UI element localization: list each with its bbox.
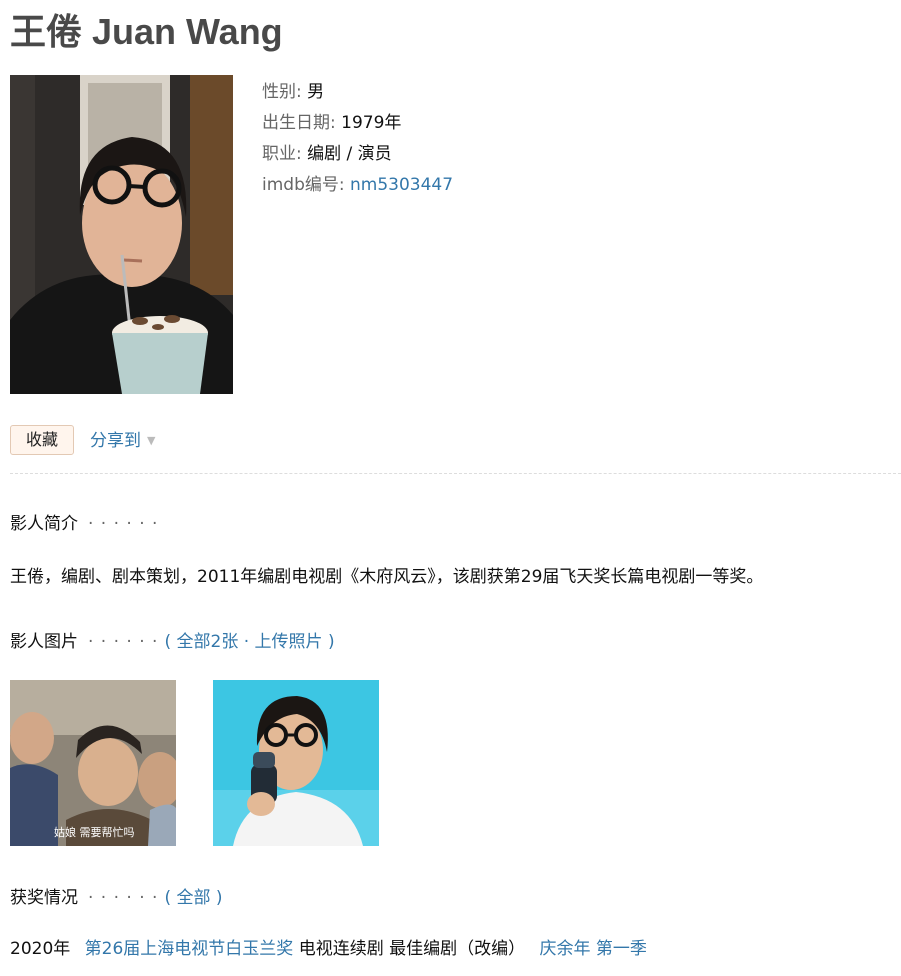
info-gender: 性别: 男 — [262, 82, 325, 102]
info-birth: 出生日期: 1979年 — [262, 113, 402, 133]
photo-image-1: 姑娘 需要帮忙吗 — [10, 680, 176, 846]
person-info: 性别: 男 出生日期: 1979年 职业: 编剧 / 演员 imdb编号: nm… — [262, 77, 453, 201]
info-job: 职业: 编剧 / 演员 — [262, 144, 392, 164]
photo1-caption: 姑娘 需要帮忙吗 — [54, 825, 135, 839]
award-work-link[interactable]: 庆余年 第一季 — [540, 939, 647, 959]
awards-paren-close: ) — [215, 888, 223, 908]
gender-label: 性别 — [262, 82, 296, 102]
divider — [10, 473, 901, 474]
portrait-image — [10, 75, 233, 394]
award-category: 电视连续剧 最佳编剧（改编） — [298, 939, 526, 959]
birth-label: 出生日期 — [262, 113, 330, 133]
award-row: 2020年 第26届上海电视节白玉兰奖 电视连续剧 最佳编剧（改编） 庆余年 第… — [10, 936, 647, 962]
share-menu[interactable]: 分享到 ▼ — [90, 428, 155, 454]
photo-image-2 — [213, 680, 379, 846]
job-value: 编剧 / 演员 — [307, 144, 392, 164]
page-title: 王倦 Juan Wang — [10, 11, 283, 52]
awards-heading: 获奖情况 · · · · · ·( 全部 ) — [10, 886, 223, 910]
photos-dots: · · · · · · — [88, 632, 159, 652]
awards-title: 获奖情况 — [10, 888, 78, 908]
info-imdb: imdb编号: nm5303447 — [262, 175, 454, 195]
all-awards-link[interactable]: 全部 — [177, 888, 211, 908]
awards-paren-open: ( — [164, 888, 172, 908]
photos-heading: 影人图片 · · · · · ·( 全部2张 · 上传照片 ) — [10, 630, 335, 654]
gender-value: 男 — [307, 82, 325, 102]
award-year: 2020年 — [10, 939, 71, 959]
portrait-photo[interactable] — [10, 75, 233, 394]
photo-thumb-2[interactable] — [213, 680, 379, 846]
share-link[interactable]: 分享到 — [90, 431, 141, 451]
intro-heading: 影人简介 · · · · · · — [10, 512, 158, 536]
photo-thumb-1[interactable]: 姑娘 需要帮忙吗 — [10, 680, 176, 846]
photos-paren-close: ) — [327, 632, 335, 652]
intro-title: 影人简介 — [10, 514, 78, 534]
birth-value: 1979年 — [341, 113, 402, 133]
intro-text: 王倦，编剧、剧本策划，2011年编剧电视剧《木府风云》，该剧获第29届飞天奖长篇… — [10, 567, 764, 587]
intro-dots: · · · · · · — [88, 514, 159, 534]
imdb-label: imdb编号 — [262, 175, 339, 195]
caret-down-icon[interactable]: ▼ — [147, 428, 155, 454]
awards-dots: · · · · · · — [88, 888, 159, 908]
photos-title: 影人图片 — [10, 632, 78, 652]
upload-photo-link[interactable]: 上传照片 — [255, 632, 323, 652]
photos-sep: · — [243, 632, 250, 652]
all-photos-link[interactable]: 全部2张 — [177, 632, 239, 652]
imdb-link[interactable]: nm5303447 — [350, 175, 453, 195]
job-label: 职业 — [262, 144, 296, 164]
collect-button[interactable]: 收藏 — [10, 425, 74, 455]
photos-paren-open: ( — [164, 632, 172, 652]
award-festival-link[interactable]: 第26届上海电视节白玉兰奖 — [85, 939, 294, 959]
